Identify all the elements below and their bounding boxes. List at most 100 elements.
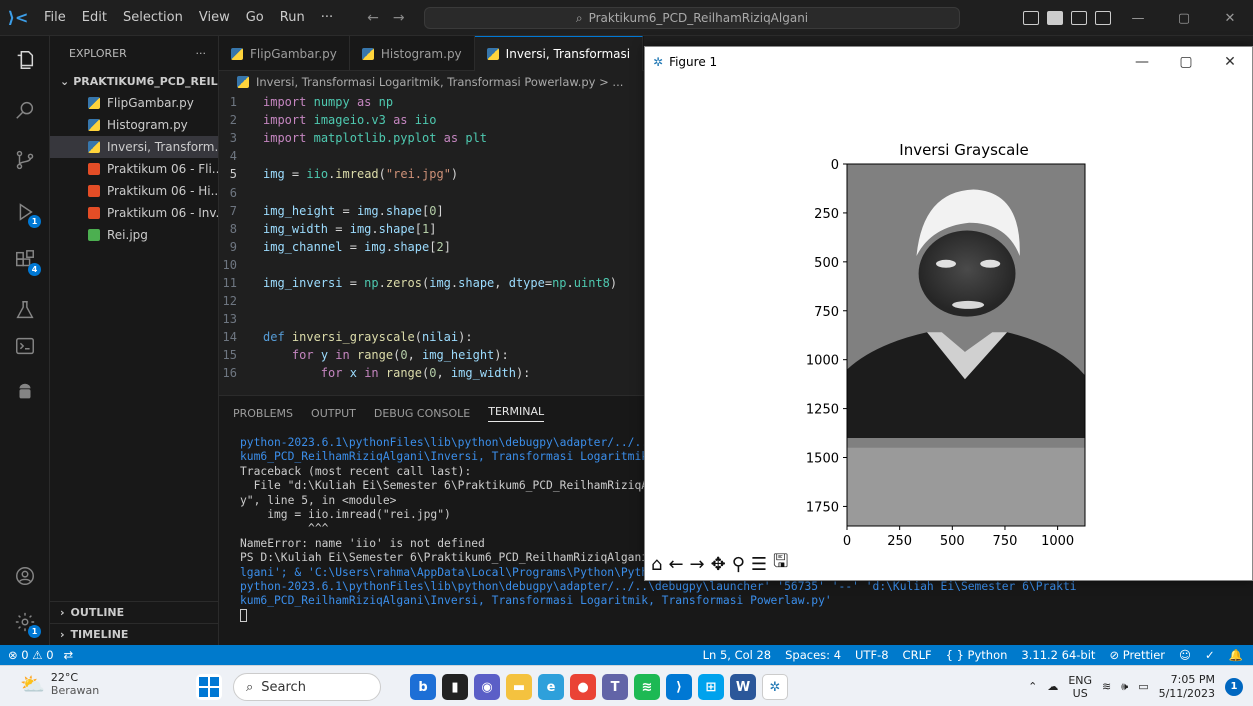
home-icon[interactable]: ⌂ <box>651 554 662 575</box>
feedback-icon[interactable]: ☺ <box>1179 648 1191 662</box>
menu-view[interactable]: View <box>191 0 238 36</box>
taskbar: ⛅ 22°C Berawan ⌕ Search b ▮ ◉ ▬ e ● T ≋ … <box>0 665 1253 706</box>
file-item[interactable]: Histogram.py <box>50 114 218 136</box>
workspace-folder[interactable]: ⌄ PRAKTIKUM6_PCD_REILHA... <box>50 70 218 92</box>
menu-run[interactable]: Run <box>272 0 313 36</box>
search-view-icon[interactable] <box>13 98 37 122</box>
back-icon[interactable]: ← <box>668 554 683 575</box>
maximize-icon[interactable]: ▢ <box>1161 0 1207 36</box>
teams-icon[interactable]: T <box>602 674 628 700</box>
configure-subplots-icon[interactable]: ☰ <box>751 554 767 575</box>
language-indicator[interactable]: ENG US <box>1068 674 1092 700</box>
accounts-icon[interactable] <box>13 564 37 588</box>
file-item[interactable]: Praktikum 06 - Hi... <box>50 180 218 202</box>
forward-arrow-icon[interactable]: → <box>393 10 405 26</box>
file-item[interactable]: Praktikum 06 - Fli... <box>50 158 218 180</box>
terminal-view-icon[interactable] <box>13 334 37 358</box>
windows-start-icon[interactable] <box>196 674 222 700</box>
problems-status[interactable]: ⊗ 0 ⚠ 0 <box>8 648 54 662</box>
tab-debug-console[interactable]: DEBUG CONSOLE <box>374 407 470 420</box>
python-file-icon <box>237 76 249 88</box>
settings-gear-icon[interactable]: 1 <box>13 610 41 638</box>
figure-maximize-icon[interactable]: ▢ <box>1164 47 1208 77</box>
outline-section[interactable]: › OUTLINE <box>50 601 219 623</box>
notification-badge[interactable]: 1 <box>1225 677 1243 696</box>
toggle-panel-icon[interactable] <box>1047 11 1063 25</box>
command-center-search[interactable]: ⌕ Praktikum6_PCD_ReilhamRiziqAlgani <box>424 7 960 29</box>
y-tick-label: 750 <box>814 305 839 320</box>
toggle-sidebar-icon[interactable] <box>1023 11 1039 25</box>
tab-output[interactable]: OUTPUT <box>311 407 356 420</box>
remote-icon[interactable]: ⇄ <box>64 648 74 662</box>
weather-widget[interactable]: ⛅ 22°C Berawan <box>20 671 99 697</box>
eol-status[interactable]: CRLF <box>903 648 932 662</box>
android-icon[interactable] <box>13 380 37 404</box>
menu-edit[interactable]: Edit <box>74 0 115 36</box>
edge-icon[interactable]: e <box>538 674 564 700</box>
onedrive-icon[interactable]: ☁ <box>1047 680 1058 693</box>
tab-flipgambar[interactable]: FlipGambar.py <box>219 36 350 71</box>
menu-go[interactable]: Go <box>238 0 272 36</box>
vscode-taskbar-icon[interactable]: ⟩ <box>666 674 692 700</box>
encoding-status[interactable]: UTF-8 <box>855 648 889 662</box>
file-item[interactable]: FlipGambar.py <box>50 92 218 114</box>
editor-tabs: FlipGambar.py Histogram.py Inversi, Tran… <box>219 36 644 71</box>
breadcrumb[interactable]: Inversi, Transformasi Logaritmik, Transf… <box>219 71 644 93</box>
close-icon[interactable]: ✕ <box>1207 0 1253 36</box>
minimize-icon[interactable]: — <box>1115 0 1161 36</box>
pan-icon[interactable]: ✥ <box>711 554 726 575</box>
cursor-position[interactable]: Ln 5, Col 28 <box>703 648 772 662</box>
interpreter-status[interactable]: 3.11.2 64-bit <box>1021 648 1095 662</box>
clock[interactable]: 7:05 PM 5/11/2023 <box>1159 673 1215 701</box>
zoom-icon[interactable]: ⚲ <box>732 554 745 575</box>
network-app-icon[interactable]: ⊞ <box>698 674 724 700</box>
extensions-icon[interactable]: 4 <box>13 248 41 276</box>
word-icon[interactable]: W <box>730 674 756 700</box>
battery-icon[interactable]: ▭ <box>1138 680 1148 693</box>
file-explorer-icon[interactable]: ▬ <box>506 674 532 700</box>
figure-minimize-icon[interactable]: — <box>1120 47 1164 77</box>
file-item-active[interactable]: Inversi, Transform... <box>50 136 218 158</box>
toggle-secondary-sidebar-icon[interactable] <box>1071 11 1087 25</box>
x-tick-label: 0 <box>843 534 851 547</box>
teams-chat-icon[interactable]: ◉ <box>474 674 500 700</box>
timeline-section[interactable]: › TIMELINE <box>50 623 219 645</box>
notifications-bell-icon[interactable]: 🔔 <box>1229 648 1243 662</box>
window-controls: — ▢ ✕ <box>1019 0 1253 36</box>
command-center-label: Praktikum6_PCD_ReilhamRiziqAlgani <box>588 11 809 25</box>
copilot-icon[interactable]: ✓ <box>1205 648 1215 662</box>
chrome-icon[interactable]: ● <box>570 674 596 700</box>
run-debug-icon[interactable]: 1 <box>13 200 41 228</box>
prettier-status[interactable]: ⊘ Prettier <box>1109 648 1165 662</box>
save-figure-icon[interactable]: 🖫 <box>773 549 788 579</box>
bing-icon[interactable]: b <box>410 674 436 700</box>
tab-problems[interactable]: PROBLEMS <box>233 407 293 420</box>
tab-terminal[interactable]: TERMINAL <box>488 405 545 422</box>
customize-layout-icon[interactable] <box>1095 11 1111 25</box>
tab-inversi[interactable]: Inversi, Transformasi <box>474 36 644 71</box>
explorer-icon[interactable] <box>13 48 37 72</box>
explorer-more-icon[interactable]: ··· <box>196 47 207 60</box>
figure-close-icon[interactable]: ✕ <box>1208 47 1252 77</box>
language-mode[interactable]: { } Python <box>946 648 1008 662</box>
spotify-icon[interactable]: ≋ <box>634 674 660 700</box>
indentation-status[interactable]: Spaces: 4 <box>785 648 841 662</box>
menu-selection[interactable]: Selection <box>115 0 191 36</box>
testing-flask-icon[interactable] <box>13 298 37 322</box>
wifi-icon[interactable]: ≋ <box>1102 680 1111 693</box>
taskbar-search[interactable]: ⌕ Search <box>233 673 381 701</box>
file-item[interactable]: Praktikum 06 - Inv... <box>50 202 218 224</box>
source-control-icon[interactable] <box>13 148 37 172</box>
tab-histogram[interactable]: Histogram.py <box>350 36 475 71</box>
task-view-icon[interactable]: ▮ <box>442 674 468 700</box>
volume-icon[interactable]: 🕪 <box>1121 680 1128 694</box>
back-arrow-icon[interactable]: ← <box>367 10 379 26</box>
forward-icon[interactable]: → <box>690 554 705 575</box>
menu-more[interactable]: ··· <box>313 0 341 36</box>
menu-file[interactable]: File <box>36 0 74 36</box>
file-item[interactable]: Rei.jpg <box>50 224 218 246</box>
code-editor[interactable]: 1 import numpy as np 2 import imageio.v3 a… <box>219 93 644 395</box>
chevron-up-icon[interactable]: ⌃ <box>1028 680 1037 693</box>
matplotlib-taskbar-icon[interactable]: ✲ <box>762 674 788 700</box>
python-file-icon <box>231 47 243 60</box>
